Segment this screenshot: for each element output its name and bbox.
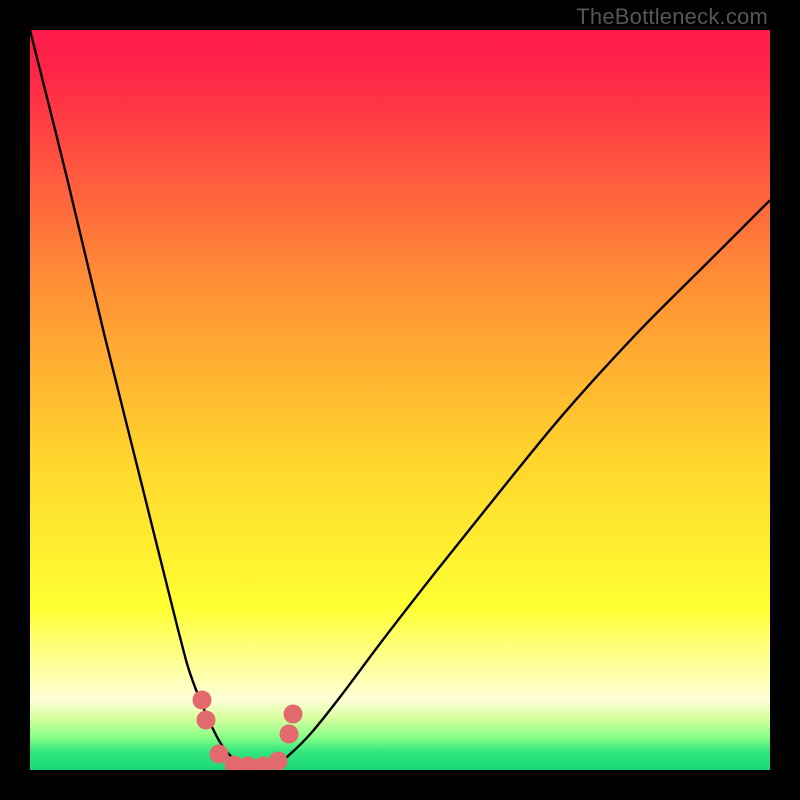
highlight-dot bbox=[268, 752, 287, 770]
highlight-dot bbox=[284, 704, 303, 723]
plot-frame bbox=[30, 30, 770, 770]
watermark-text: TheBottleneck.com bbox=[576, 4, 768, 30]
highlight-dot bbox=[280, 725, 299, 744]
highlight-dot bbox=[197, 710, 216, 729]
highlight-dot bbox=[192, 690, 211, 709]
bottleneck-curve bbox=[30, 30, 770, 770]
